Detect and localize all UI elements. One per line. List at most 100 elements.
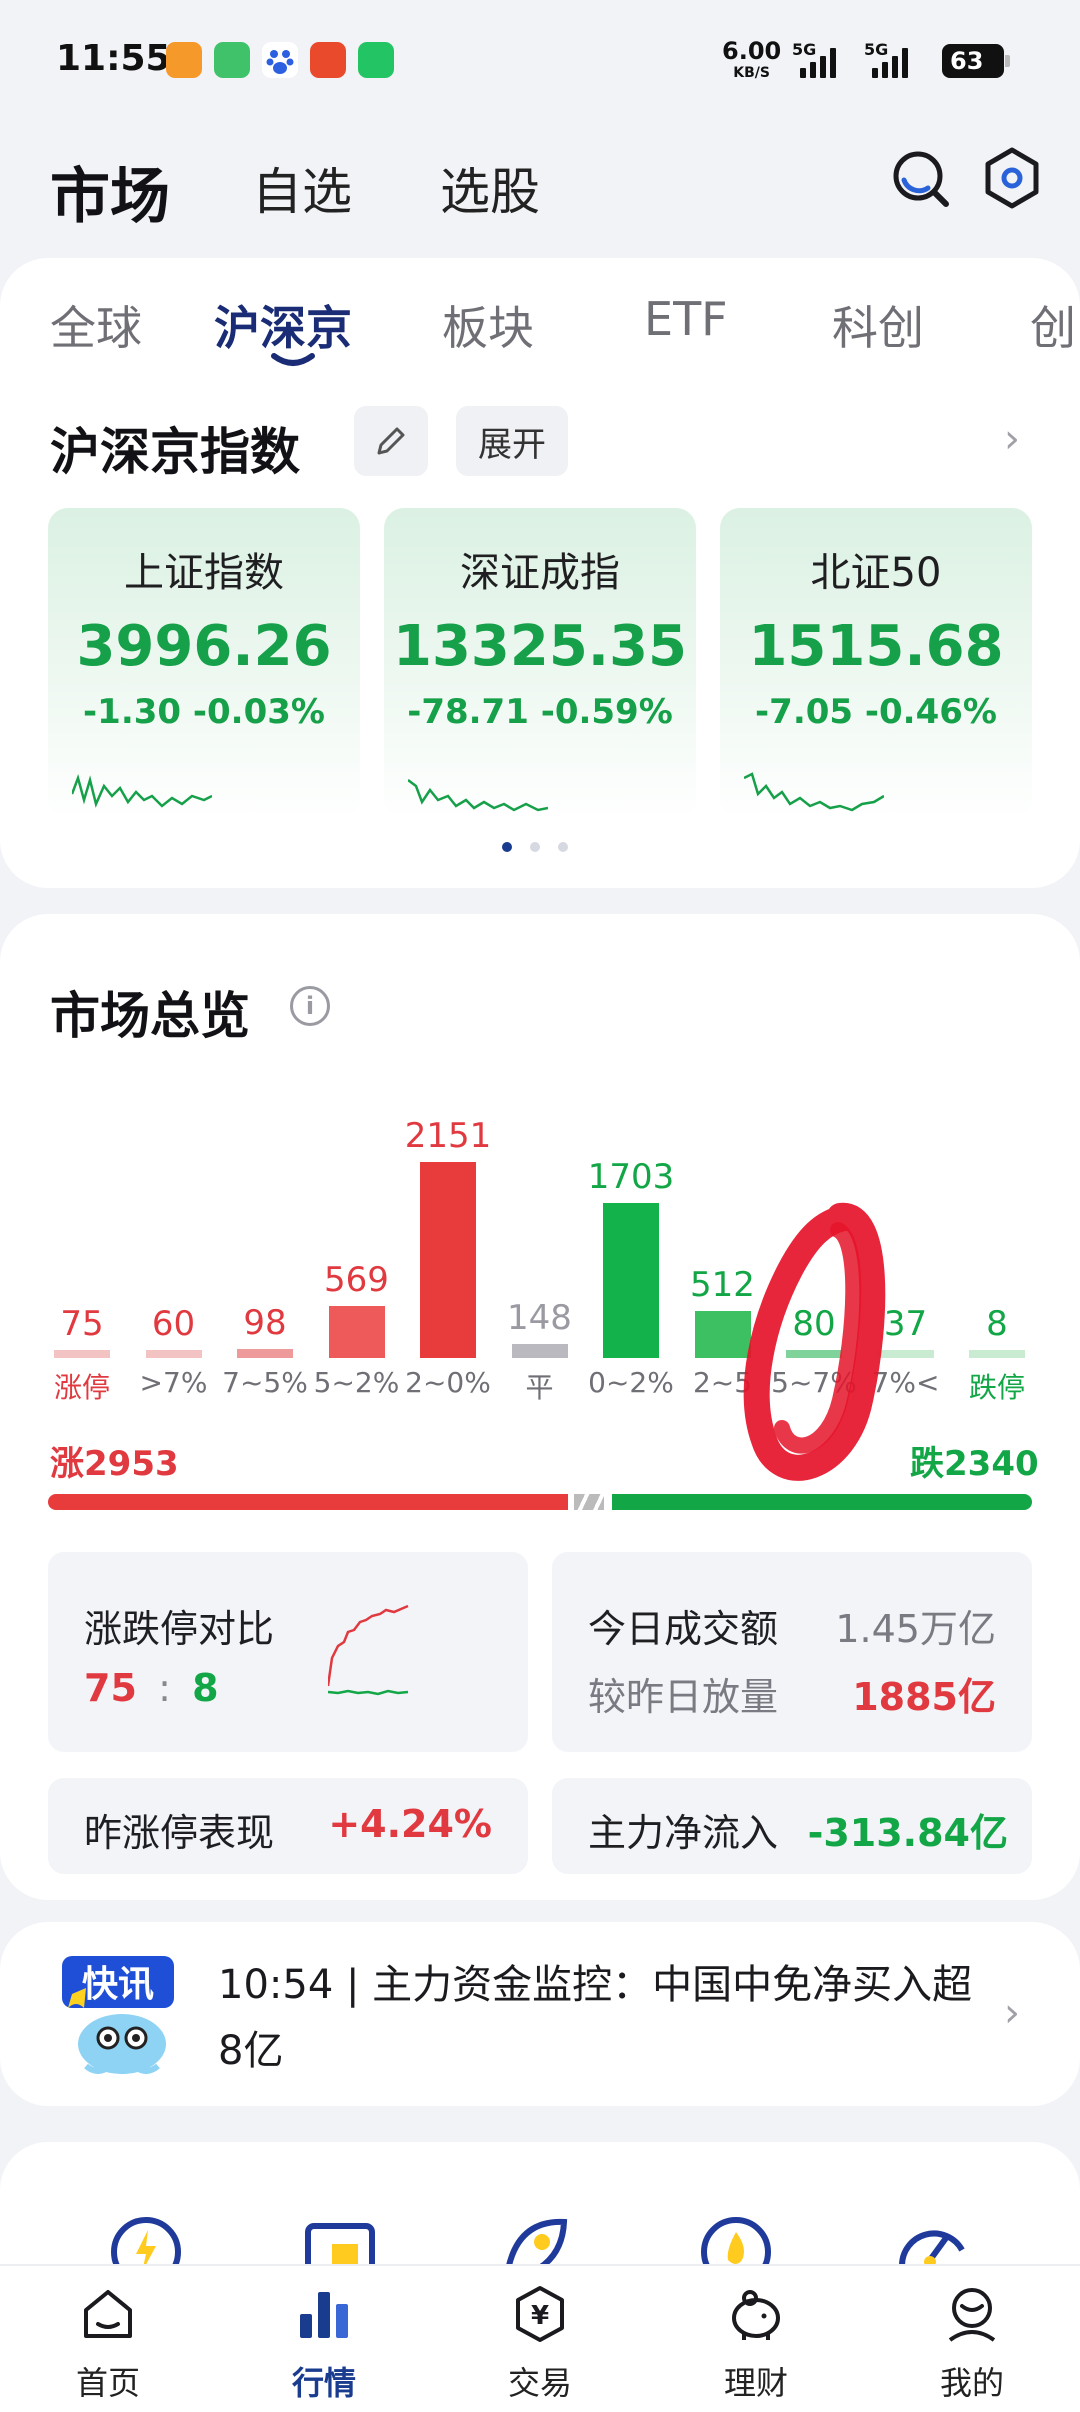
tab-sectors[interactable]: 板块 — [442, 292, 534, 358]
chevron-right-icon[interactable]: › — [1004, 416, 1020, 462]
tab-chinext[interactable]: 创 — [1030, 292, 1076, 358]
index-name: 上证指数 — [124, 550, 284, 596]
hand-drawn-annotation — [743, 1202, 886, 1481]
chart-bar — [328, 1306, 385, 1358]
page-title: 市场 — [50, 162, 170, 232]
market-overview-card — [0, 914, 1080, 1900]
trade-yen-icon: ¥ — [516, 2286, 564, 2342]
nav-trade[interactable]: ¥ 交易 — [432, 2266, 648, 2412]
pencil-icon — [377, 427, 405, 455]
carousel-pagination — [502, 842, 568, 852]
turnover-label: 今日成交额 — [588, 1607, 779, 1651]
status-bar: 11:55 6.00 KB/S 5G 5G 63 — [0, 0, 1080, 120]
rocket-shortcut-icon[interactable] — [498, 2210, 574, 2266]
index-card-shanghai[interactable]: 上证指数 3996.26 -1.30 -0.03% — [48, 508, 360, 820]
nav-label: 行情 — [291, 2364, 356, 2402]
flash-shortcut-icon[interactable] — [108, 2210, 184, 2266]
chevron-right-icon[interactable]: › — [1004, 1990, 1020, 2036]
chart-bar — [969, 1350, 1025, 1358]
limit-compare-label: 涨跌停对比 — [84, 1607, 275, 1651]
turnover-value: 1.45万亿 — [835, 1607, 996, 1651]
yesterday-limit-card[interactable]: 昨涨停表现 +4.24% — [48, 1778, 528, 1874]
chart-category-label: 跌停 — [968, 1371, 1025, 1404]
nav-market[interactable]: 行情 — [216, 2266, 432, 2412]
home-icon — [84, 2290, 132, 2338]
volume-change-label: 较昨日放量 — [588, 1675, 779, 1719]
status-time: 11:55 — [56, 38, 171, 79]
signal-strength-icon — [800, 48, 836, 78]
index-name: 北证50 — [810, 550, 942, 596]
nav-label: 交易 — [507, 2364, 572, 2402]
volume-change-value: 1885亿 — [852, 1675, 996, 1719]
yesterday-limit-label: 昨涨停表现 — [84, 1811, 275, 1855]
main-flow-card[interactable]: 主力净流入 -313.84亿 — [552, 1778, 1032, 1874]
index-value: 13325.35 — [392, 614, 688, 679]
index-name: 深证成指 — [460, 550, 620, 596]
rise-ratio-bar — [48, 1494, 568, 1510]
news-headline[interactable]: 10:54 | 主力资金监控：中国中免净买入超8亿 — [218, 1952, 978, 2084]
index-sparkline — [408, 779, 548, 812]
edit-button[interactable] — [354, 406, 428, 476]
nav-label: 我的 — [939, 2364, 1004, 2402]
expand-button[interactable]: 展开 — [456, 406, 568, 476]
index-value: 3996.26 — [76, 614, 332, 679]
shopping-app-icon — [310, 42, 346, 78]
tab-etf[interactable]: ETF — [644, 292, 728, 346]
iqiyi-icon — [358, 42, 394, 78]
index-change: -1.30 -0.03% — [83, 692, 325, 732]
fall-ratio-bar — [612, 1494, 1032, 1510]
baidu-icon — [262, 42, 298, 78]
yesterday-limit-value: +4.24% — [328, 1802, 492, 1846]
nav-wealth[interactable]: 理财 — [648, 2266, 864, 2412]
settings-hex-icon[interactable] — [980, 146, 1044, 210]
search-icon[interactable] — [888, 146, 952, 210]
tab-hushenjing[interactable]: 沪深京 — [214, 292, 352, 358]
profile-icon — [948, 2288, 996, 2342]
market-bars-icon — [300, 2292, 348, 2338]
tab-stock-picker[interactable]: 选股 — [440, 152, 540, 224]
chart-bar — [54, 1350, 110, 1358]
svg-text:¥: ¥ — [531, 2301, 549, 2331]
overview-title: 市场总览 — [50, 987, 250, 1045]
message-app-icon — [214, 42, 250, 78]
nav-home[interactable]: 首页 — [0, 2266, 216, 2412]
news-flash-mascot-icon: 快讯 — [62, 1956, 174, 2074]
flat-ratio-bar — [574, 1494, 604, 1510]
index-change: -78.71 -0.59% — [407, 692, 673, 732]
active-tab-indicator — [271, 353, 315, 366]
index-card-shenzhen[interactable]: 深证成指 13325.35 -78.71 -0.59% — [384, 508, 696, 820]
fall-count: 跌2340 — [910, 1444, 1039, 1484]
puzzle-shortcut-icon[interactable] — [302, 2210, 378, 2266]
main-flow-value: -313.84亿 — [807, 1811, 1008, 1855]
tab-global[interactable]: 全球 — [50, 292, 142, 358]
index-section-title: 沪深京指数 — [50, 423, 300, 481]
tab-star-market[interactable]: 科创 — [832, 292, 924, 358]
chart-bar-value: 1703 — [587, 1157, 675, 1197]
bottom-navigation: 首页 行情 ¥ 交易 理财 我的 — [0, 2264, 1080, 2412]
index-sparkline — [72, 773, 212, 808]
signal-strength-icon-2 — [872, 48, 908, 78]
index-change: -7.05 -0.46% — [755, 692, 997, 732]
turnover-card[interactable]: 今日成交额 1.45万亿 较昨日放量 1885亿 — [552, 1552, 1032, 1752]
limit-trend-sparkline — [328, 1604, 409, 1696]
nav-label: 理财 — [723, 2364, 788, 2402]
network-speed: 6.00 KB/S — [722, 37, 782, 81]
piggy-bank-icon — [732, 2290, 780, 2340]
fire-shortcut-icon[interactable] — [698, 2210, 774, 2266]
chart-bar-value: 569 — [324, 1260, 389, 1300]
news-badge-text: 快讯 — [82, 1964, 154, 2005]
limit-compare-card[interactable]: 涨跌停对比 75 : 8 — [48, 1552, 528, 1752]
chart-bar-value: 2151 — [404, 1116, 492, 1156]
tab-watchlist[interactable]: 自选 — [252, 152, 352, 224]
index-value: 1515.68 — [748, 614, 1004, 679]
main-flow-label: 主力净流入 — [588, 1811, 779, 1855]
chart-bar-value: 98 — [243, 1303, 287, 1343]
chart-bar-value: 148 — [507, 1298, 572, 1338]
chart-bar — [145, 1350, 202, 1358]
gauge-shortcut-icon[interactable] — [894, 2210, 970, 2266]
nav-label: 首页 — [75, 2364, 140, 2402]
limit-compare-values: 75 : 8 — [84, 1666, 219, 1710]
info-icon[interactable]: i — [290, 986, 330, 1026]
index-card-bse50[interactable]: 北证50 1515.68 -7.05 -0.46% — [720, 508, 1032, 820]
nav-profile[interactable]: 我的 — [864, 2266, 1080, 2412]
